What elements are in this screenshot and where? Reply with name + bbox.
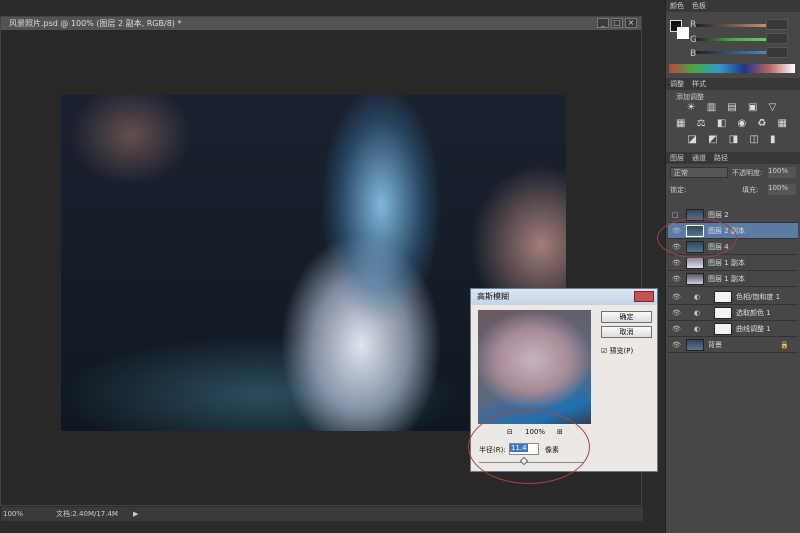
status-menu-arrow[interactable]: ▶: [133, 507, 138, 521]
r-slider[interactable]: [696, 24, 766, 27]
eye-icon[interactable]: 👁: [672, 305, 681, 321]
adjustment-icons-row[interactable]: ▦ ⚖ ◧ ◉ ♻ ▦: [666, 118, 800, 129]
layer-name: 曲线调整 1: [736, 325, 771, 333]
tab-swatches[interactable]: 色板: [692, 2, 706, 10]
layer-name: 选取颜色 1: [736, 309, 771, 317]
preview-checkbox[interactable]: ☑ 预览(P): [601, 346, 633, 356]
annotation-circle: [657, 218, 737, 258]
adjustment-icons-row[interactable]: ◪ ◩ ◨ ◫ ▮: [666, 134, 800, 145]
document-tab[interactable]: 风景照片.psd @ 100% (图层 2 副本, RGB/8) * _ □ ×: [1, 17, 641, 30]
document-title: 风景照片.psd @ 100% (图层 2 副本, RGB/8) *: [9, 19, 182, 28]
layer-mask-thumbnail: [714, 291, 732, 303]
adjustment-icon: ◐: [694, 293, 701, 301]
layer-mask-thumbnail: [714, 323, 732, 335]
eye-icon[interactable]: 👁: [672, 271, 681, 287]
background-color[interactable]: [677, 27, 689, 39]
cancel-button[interactable]: 取消: [601, 326, 652, 338]
adjustment-icon: ◐: [694, 309, 701, 317]
layer-row[interactable]: 👁 图层 1 副本: [668, 271, 798, 287]
adjustment-icon: ◐: [694, 325, 701, 333]
minimize-button[interactable]: _: [597, 18, 609, 28]
tab-channels[interactable]: 通道: [692, 154, 706, 162]
layers-tabs: 图层 通道 路径: [666, 152, 800, 164]
right-panels: 颜色 色板 R G B 调整 样式 添加调整 ☀ ▥ ▤ ▣ ▽ ▦ ⚖ ◧ ◉ ♻…: [665, 0, 800, 533]
eye-icon[interactable]: 👁: [672, 337, 681, 353]
fill-label: 填充:: [742, 186, 759, 194]
tab-color[interactable]: 颜色: [670, 2, 684, 10]
layer-mask-thumbnail: [714, 307, 732, 319]
layer-row[interactable]: 👁 背景 🔒: [668, 337, 798, 353]
b-value[interactable]: [766, 47, 788, 58]
eye-icon[interactable]: 👁: [672, 321, 681, 337]
layer-thumbnail: [686, 339, 704, 351]
layer-row[interactable]: 👁 ◐ 选取颜色 1: [668, 305, 798, 321]
layer-name: 图层 1 副本: [708, 275, 745, 283]
blend-mode-select[interactable]: 正常: [670, 167, 728, 178]
eye-icon[interactable]: 👁: [672, 289, 681, 305]
layer-name: 图层 1 副本: [708, 259, 745, 267]
opacity-input[interactable]: 100%: [768, 167, 796, 178]
layer-row[interactable]: 👁 ◐ 色相/饱和度 1: [668, 289, 798, 305]
color-panel-tabs: 颜色 色板: [666, 0, 800, 12]
adjustments-subtitle: 添加调整: [676, 93, 704, 101]
dialog-title: 高斯模糊: [471, 289, 657, 305]
annotation-circle: [468, 410, 590, 484]
doc-info: 文档:2.40M/17.4M: [56, 510, 118, 518]
status-bar: 100% 文档:2.40M/17.4M ▶: [1, 507, 643, 521]
opacity-label: 不透明度:: [732, 169, 763, 177]
lock-icon: 🔒: [780, 341, 789, 349]
adjustments-tabs: 调整 样式: [666, 78, 800, 90]
tab-paths[interactable]: 路径: [714, 154, 728, 162]
r-value[interactable]: [766, 19, 788, 30]
eye-icon[interactable]: 👁: [672, 255, 681, 271]
g-value[interactable]: [766, 33, 788, 44]
b-slider[interactable]: [696, 51, 766, 54]
tab-layers[interactable]: 图层: [670, 154, 684, 162]
maximize-button[interactable]: □: [611, 18, 623, 28]
fill-input[interactable]: 100%: [768, 184, 796, 195]
lock-label: 锁定:: [670, 186, 687, 194]
ok-button[interactable]: 确定: [601, 311, 652, 323]
adjustment-icons-row[interactable]: ☀ ▥ ▤ ▣ ▽: [666, 102, 800, 113]
zoom-level[interactable]: 100%: [3, 507, 23, 521]
layer-name: 色相/饱和度 1: [736, 293, 781, 301]
tab-adjustments[interactable]: 调整: [670, 80, 684, 88]
layer-thumbnail: [686, 273, 704, 285]
layer-thumbnail: [686, 257, 704, 269]
tab-styles[interactable]: 样式: [692, 80, 706, 88]
dialog-close-button[interactable]: [634, 291, 654, 302]
layer-row[interactable]: 👁 ◐ 曲线调整 1: [668, 321, 798, 337]
close-button[interactable]: ×: [625, 18, 637, 28]
g-slider[interactable]: [696, 38, 766, 41]
layer-name: 背景: [708, 341, 722, 349]
color-ramp[interactable]: [669, 64, 795, 73]
blur-preview[interactable]: [478, 310, 591, 424]
